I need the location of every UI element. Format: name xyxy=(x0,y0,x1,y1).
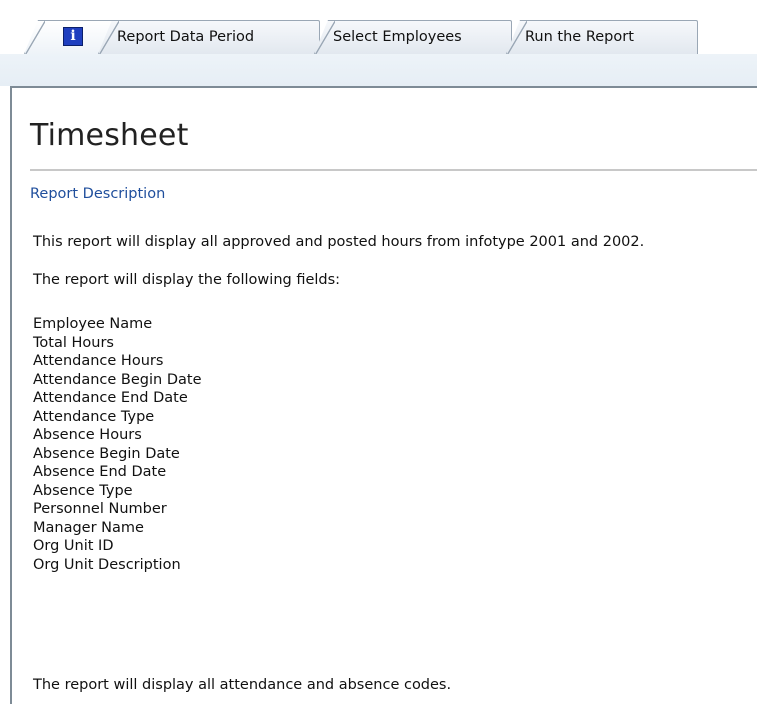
tab-label: Report Data Period xyxy=(117,29,255,45)
list-item: Attendance Hours xyxy=(33,353,164,369)
list-item: Absence Begin Date xyxy=(33,445,180,462)
page-title: Timesheet xyxy=(30,118,189,153)
tab-label: Select Employees xyxy=(333,29,462,45)
list-item: Employee Name xyxy=(33,316,153,332)
list-item: Total Hours xyxy=(33,334,114,351)
list-item: Org Unit Description xyxy=(33,556,181,573)
tab-strip-shade xyxy=(0,54,757,86)
list-item: Personnel Number xyxy=(33,501,167,517)
field-list: Employee Name Total Hours Attendance Hou… xyxy=(33,315,202,574)
description-paragraph: This report will display all approved an… xyxy=(33,234,645,250)
list-item: Absence Type xyxy=(33,482,133,499)
list-item: Manager Name xyxy=(33,519,144,536)
fields-intro: The report will display the following fi… xyxy=(33,272,341,288)
list-item: Org Unit ID xyxy=(33,538,114,554)
info-icon: i xyxy=(63,27,83,46)
list-item: Absence Hours xyxy=(33,427,142,443)
tab-run-the-report[interactable]: Run the Report xyxy=(506,20,698,54)
tab-select-employees[interactable]: Select Employees xyxy=(314,20,512,54)
tab-label: Run the Report xyxy=(525,29,634,45)
list-item: Attendance Type xyxy=(33,408,155,425)
title-divider xyxy=(30,169,757,171)
codes-paragraph: The report will display all attendance a… xyxy=(33,677,452,693)
report-description-link[interactable]: Report Description xyxy=(30,186,165,202)
tab-report-data-period[interactable]: Report Data Period xyxy=(98,20,320,54)
list-item: Attendance Begin Date xyxy=(33,371,202,388)
list-item: Attendance End Date xyxy=(33,390,188,406)
list-item: Absence End Date xyxy=(33,464,167,480)
